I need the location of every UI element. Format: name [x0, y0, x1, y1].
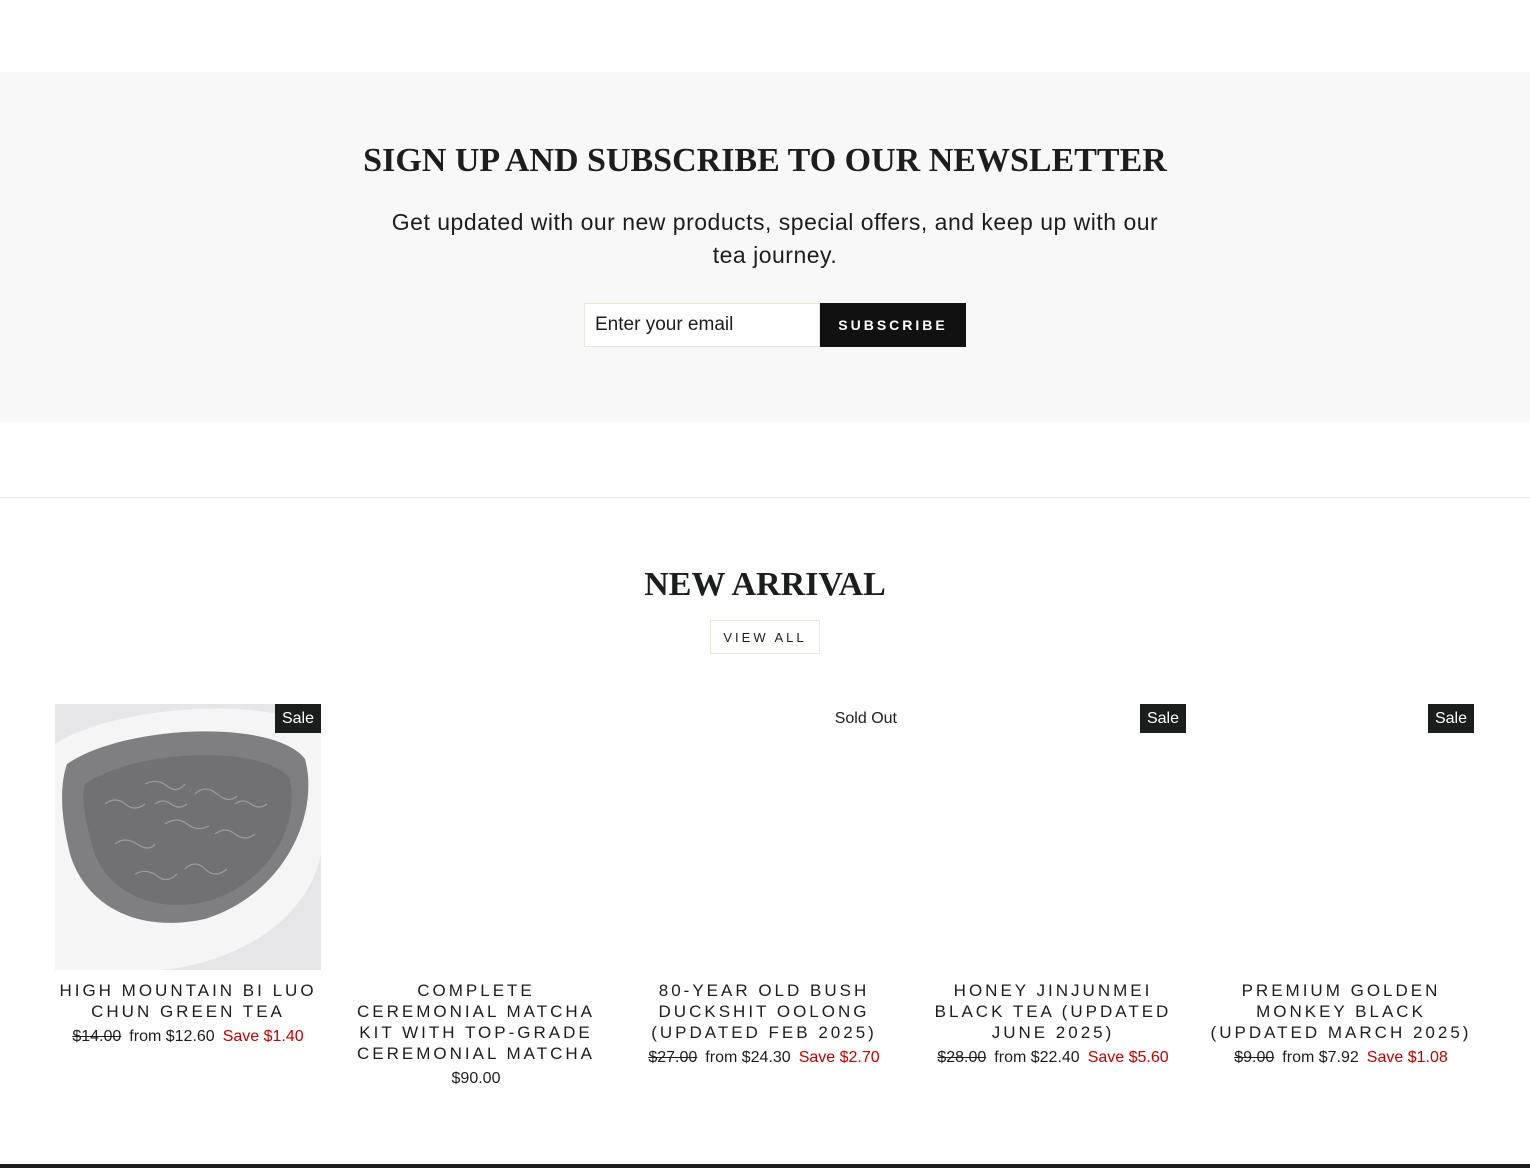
save-amount: Save $1.08 — [1366, 1049, 1448, 1066]
product-title[interactable]: PREMIUM GOLDEN MONKEY BLACK (UPDATED MAR… — [1208, 980, 1474, 1043]
product-image[interactable]: Sold Out — [631, 704, 897, 970]
save-amount: Save $5.60 — [1087, 1049, 1169, 1066]
product-price: $27.00 from $24.30 Save $2.70 — [631, 1047, 897, 1069]
section-divider — [0, 497, 1530, 498]
product-price: $28.00 from $22.40 Save $5.60 — [920, 1047, 1186, 1069]
newsletter-title: SIGN UP AND SUBSCRIBE TO OUR NEWSLETTER — [363, 142, 1167, 179]
product-title[interactable]: HIGH MOUNTAIN BI LUO CHUN GREEN TEA — [55, 980, 321, 1022]
sale-badge: Sale — [1139, 704, 1186, 733]
footer-top-border — [0, 1164, 1530, 1168]
tea-bowl-image — [55, 704, 321, 970]
product-title[interactable]: COMPLETE CEREMONIAL MATCHA KIT WITH TOP-… — [343, 980, 609, 1064]
old-price: $14.00 — [72, 1028, 122, 1045]
product-price: $14.00 from $12.60 Save $1.40 — [55, 1026, 321, 1048]
product-price: $90.00 — [343, 1068, 609, 1090]
new-arrival-title: NEW ARRIVAL — [644, 566, 886, 603]
old-price: $9.00 — [1234, 1049, 1275, 1066]
sold-out-badge: Sold Out — [834, 710, 897, 727]
product-card[interactable]: COMPLETE CEREMONIAL MATCHA KIT WITH TOP-… — [343, 704, 609, 1090]
old-price: $27.00 — [648, 1049, 698, 1066]
current-price: from $12.60 — [129, 1028, 215, 1045]
subscribe-button[interactable]: SUBSCRIBE — [820, 303, 966, 347]
newsletter-subtitle: Get updated with our new products, speci… — [391, 209, 1159, 268]
current-price: from $7.92 — [1282, 1049, 1359, 1066]
view-all-button[interactable]: VIEW ALL — [710, 620, 820, 654]
product-card[interactable]: Sold Out 80-YEAR OLD BUSH DUCKSHIT OOLON… — [631, 704, 897, 1069]
newsletter-form: SUBSCRIBE — [584, 303, 966, 347]
product-image[interactable]: Sale — [55, 704, 321, 970]
product-card[interactable]: Sale HONEY JINJUNMEI BLACK TEA (UPDATED … — [920, 704, 1186, 1069]
save-amount: Save $2.70 — [798, 1049, 880, 1066]
current-price: from $22.40 — [994, 1049, 1080, 1066]
newsletter-section: SIGN UP AND SUBSCRIBE TO OUR NEWSLETTER … — [0, 72, 1530, 422]
product-price: $9.00 from $7.92 Save $1.08 — [1208, 1047, 1474, 1069]
product-image[interactable]: Sale — [1208, 704, 1474, 970]
product-title[interactable]: HONEY JINJUNMEI BLACK TEA (UPDATED JUNE … — [920, 980, 1186, 1043]
product-image[interactable] — [343, 704, 609, 970]
sale-badge: Sale — [274, 704, 321, 733]
product-image[interactable]: Sale — [920, 704, 1186, 970]
current-price: $90.00 — [451, 1070, 501, 1087]
product-title[interactable]: 80-YEAR OLD BUSH DUCKSHIT OOLONG (UPDATE… — [631, 980, 897, 1043]
old-price: $28.00 — [937, 1049, 987, 1066]
save-amount: Save $1.40 — [222, 1028, 304, 1045]
product-card[interactable]: Sale HIGH MOUNTAIN BI LUO CHUN GREEN TEA… — [55, 704, 321, 1048]
current-price: from $24.30 — [705, 1049, 791, 1066]
product-card[interactable]: Sale PREMIUM GOLDEN MONKEY BLACK (UPDATE… — [1208, 704, 1474, 1069]
sale-badge: Sale — [1427, 704, 1474, 733]
email-input[interactable] — [584, 303, 820, 347]
